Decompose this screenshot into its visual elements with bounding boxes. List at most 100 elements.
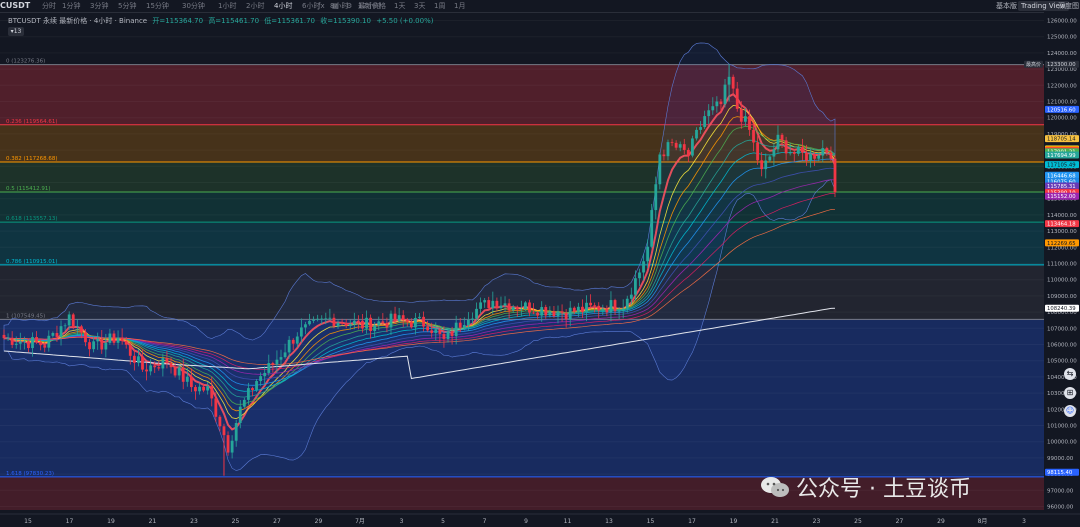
candle-body <box>682 144 686 150</box>
candle-body <box>613 300 617 312</box>
candle-body <box>654 184 658 211</box>
time-axis-bg <box>0 514 1080 527</box>
candle-body <box>145 369 148 372</box>
candle-body <box>414 317 417 328</box>
fib-zone <box>0 124 1044 162</box>
price-tick: 97000.00 <box>1047 488 1074 494</box>
candle-body <box>699 127 702 130</box>
price-tick: 113000.00 <box>1047 229 1077 235</box>
candle-body <box>165 358 169 363</box>
time-tick: 17 <box>66 518 74 525</box>
price-tick: 124000.00 <box>1047 51 1077 57</box>
candle-body <box>267 363 271 373</box>
candle-body <box>686 149 690 156</box>
candle-body <box>22 341 26 342</box>
candle-body <box>633 278 637 295</box>
time-tick: 23 <box>190 518 198 525</box>
candle-body <box>10 337 14 345</box>
candle-body <box>238 406 242 423</box>
candle-body <box>104 342 108 350</box>
candle-body <box>96 338 100 342</box>
candle-body <box>760 160 764 170</box>
candle-body <box>348 324 352 326</box>
price-badge-label: 115152.00 <box>1047 194 1076 200</box>
candle-body <box>703 116 707 128</box>
price-badge-label: 120516.60 <box>1047 107 1076 113</box>
candle-body <box>678 144 682 148</box>
candle-body <box>576 306 580 312</box>
time-tick: 27 <box>896 518 904 525</box>
candle-body <box>218 416 222 427</box>
candle-body <box>35 337 38 342</box>
candle-body <box>670 142 674 143</box>
time-tick: 15 <box>647 518 655 525</box>
candle-body <box>71 314 75 328</box>
candle-body <box>373 325 377 332</box>
candle-body <box>361 320 364 329</box>
candle-body <box>585 302 588 313</box>
candle-body <box>544 307 548 316</box>
candle-body <box>108 333 112 343</box>
candle-body <box>279 357 283 360</box>
candle-body <box>556 311 560 317</box>
price-chart[interactable]: 0 (123276.36) 0.236 (119564.61) 0.382 (117… <box>0 0 1080 527</box>
candle-body <box>401 315 405 320</box>
fib-label: 0 (123276.36) <box>6 59 45 65</box>
candle-body <box>646 246 650 262</box>
candle-body <box>466 319 470 326</box>
candle-body <box>430 330 434 333</box>
candle-body <box>393 313 397 321</box>
candle-body <box>369 317 373 332</box>
fib-label: 1 (107549.45) <box>6 313 45 319</box>
candle-body <box>507 303 511 311</box>
time-tick: 29 <box>937 518 945 525</box>
price-tick: 100000.00 <box>1047 440 1077 446</box>
candle-body <box>650 210 654 247</box>
time-tick: 13 <box>605 518 613 525</box>
candle-body <box>748 116 751 130</box>
share-icon[interactable]: ⇆ <box>1064 368 1076 380</box>
price-tick: 107000.00 <box>1047 326 1077 332</box>
scan-icon[interactable]: ⊞ <box>1064 387 1076 399</box>
candle-body <box>385 322 389 328</box>
support-icon[interactable]: ☺ <box>1064 405 1076 417</box>
candle-body <box>308 320 311 325</box>
candle-body <box>194 387 197 392</box>
candle-body <box>629 294 633 299</box>
candle-body <box>157 367 161 369</box>
candle-body <box>691 138 694 156</box>
time-tick: 21 <box>771 518 779 525</box>
candle-body <box>597 305 601 311</box>
candle-body <box>299 327 303 337</box>
price-tick: 110000.00 <box>1047 278 1077 284</box>
candle-body <box>287 339 291 353</box>
candle-body <box>222 426 226 436</box>
price-tick: 105000.00 <box>1047 359 1077 365</box>
candle-body <box>14 343 18 345</box>
time-tick: 3 <box>1022 518 1026 525</box>
candle-body <box>801 146 804 153</box>
price-tick: 96000.00 <box>1047 505 1074 511</box>
candle-body <box>336 322 340 327</box>
wechat-icon <box>761 477 789 497</box>
fib-zone <box>0 192 1044 223</box>
candle-body <box>825 148 829 153</box>
candle-body <box>324 318 328 320</box>
candle-body <box>487 300 491 309</box>
candle-body <box>625 298 629 309</box>
candle-body <box>568 307 572 320</box>
time-axis: 15 17 19 21 23 25 27 29 7月 3 5 7 9 11 13 15 17 19 21 23 25 27… <box>0 513 1080 527</box>
price-badge-label: 123300.00 <box>1047 62 1076 68</box>
price-tick: 106000.00 <box>1047 343 1077 349</box>
candle-body <box>291 339 295 344</box>
candle-body <box>230 440 234 453</box>
time-tick: 21 <box>149 518 157 525</box>
candle-body <box>214 398 218 417</box>
time-tick: 9 <box>524 518 528 525</box>
price-tick: 122000.00 <box>1047 83 1077 89</box>
price-tick: 111000.00 <box>1047 262 1077 268</box>
candle-body <box>92 341 96 350</box>
candle-body <box>503 303 507 306</box>
candle-body <box>344 323 348 326</box>
candle-body <box>450 331 454 337</box>
